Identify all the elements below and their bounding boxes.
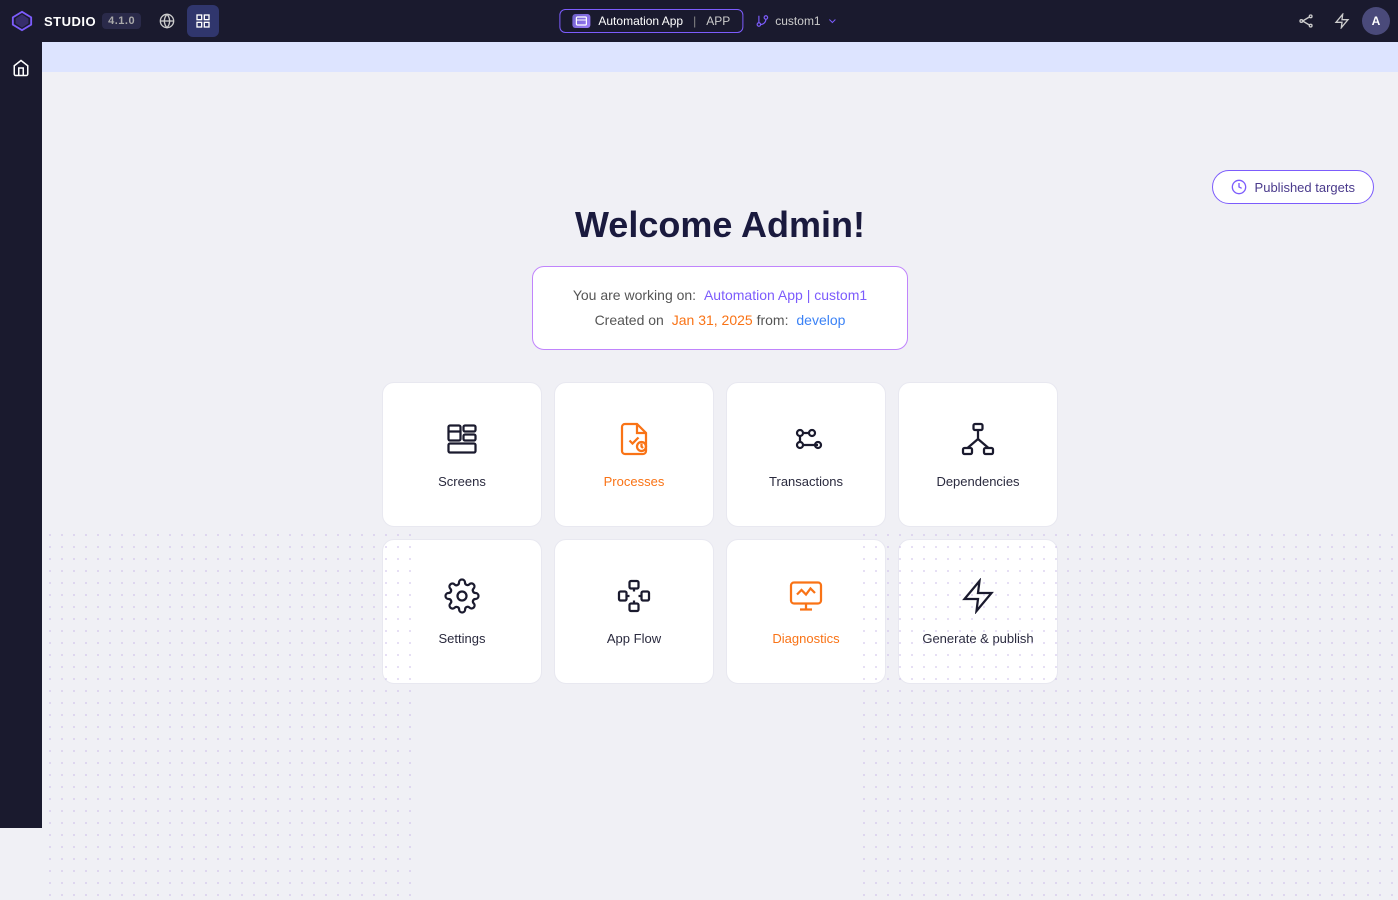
card-dependencies[interactable]: Dependencies (898, 382, 1058, 527)
published-targets-label: Published targets (1255, 180, 1355, 195)
transactions-label: Transactions (769, 474, 843, 489)
working-on-line1: You are working on: Automation App | cus… (573, 283, 867, 308)
app-flow-label: App Flow (607, 631, 661, 646)
created-on-prefix: Created on (595, 312, 664, 328)
created-on-date: Jan 31, 2025 (672, 312, 753, 328)
settings-label: Settings (439, 631, 486, 646)
card-processes[interactable]: Processes (554, 382, 714, 527)
branch-name: custom1 (775, 14, 820, 28)
subnav-bar (0, 42, 1398, 72)
card-screens[interactable]: Screens (382, 382, 542, 527)
version-badge: 4.1.0 (102, 13, 141, 29)
grid-icon-btn[interactable] (187, 5, 219, 37)
nodes-icon-btn[interactable] (1290, 5, 1322, 37)
app-logo-icon (572, 14, 590, 28)
navbar: STUDIO 4.1.0 Automation App | APP (0, 0, 1398, 42)
screens-label: Screens (438, 474, 486, 489)
app-selector[interactable]: Automation App | APP (559, 9, 743, 33)
lightning-icon-btn[interactable] (1326, 5, 1358, 37)
working-on-app-link[interactable]: Automation App | custom1 (704, 287, 867, 303)
diagnostics-label: Diagnostics (772, 631, 839, 646)
studio-text: STUDIO (44, 14, 96, 29)
dependencies-icon (960, 421, 996, 462)
card-transactions[interactable]: Transactions (726, 382, 886, 527)
diagnostics-icon (788, 578, 824, 619)
working-on-line2: Created on Jan 31, 2025 from: develop (573, 308, 867, 333)
processes-label: Processes (604, 474, 665, 489)
card-app-flow[interactable]: App Flow (554, 539, 714, 684)
working-on-prefix: You are working on: (573, 287, 696, 303)
app-flow-icon (616, 578, 652, 619)
published-targets-button[interactable]: Published targets (1212, 170, 1374, 204)
from-text: from: (757, 312, 789, 328)
dependencies-label: Dependencies (936, 474, 1019, 489)
settings-icon (444, 578, 480, 619)
welcome-title: Welcome Admin! (575, 204, 865, 246)
globe-icon-btn[interactable] (151, 5, 183, 37)
dot-pattern-left (42, 529, 412, 899)
brand-logo (8, 7, 36, 35)
screens-icon (444, 421, 480, 462)
sidebar-home-icon[interactable] (5, 52, 37, 84)
processes-icon (616, 421, 652, 462)
from-branch-link[interactable]: develop (796, 312, 845, 328)
user-avatar[interactable]: A (1362, 7, 1390, 35)
dot-pattern-right (858, 529, 1398, 899)
working-on-card: You are working on: Automation App | cus… (532, 266, 908, 350)
app-separator: | (693, 14, 696, 28)
sidebar (0, 42, 42, 828)
main-content: Published targets Welcome Admin! You are… (42, 144, 1398, 900)
transactions-icon (788, 421, 824, 462)
branch-selector[interactable]: custom1 (755, 14, 838, 28)
app-name: Automation App (598, 14, 683, 28)
app-type: APP (706, 14, 730, 28)
nav-right: A (1290, 5, 1390, 37)
studio-label: STUDIO 4.1.0 (44, 13, 141, 29)
nav-center: Automation App | APP custom1 (559, 9, 838, 33)
